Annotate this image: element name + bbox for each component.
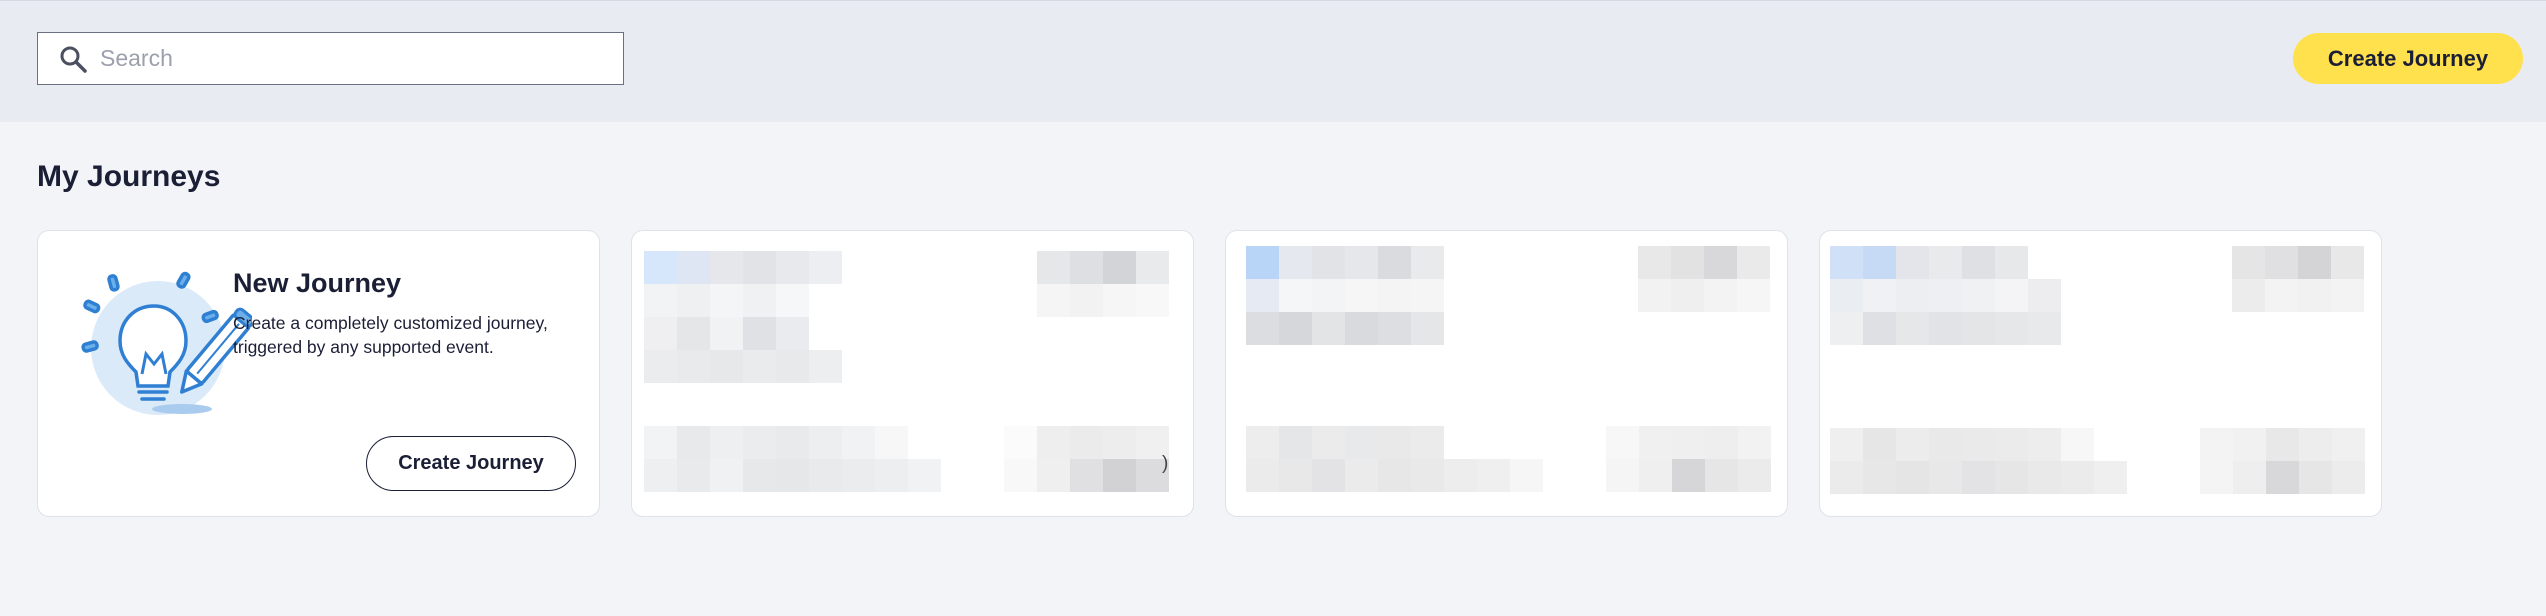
new-journey-title: New Journey (233, 268, 402, 298)
create-journey-button[interactable]: Create Journey (2293, 33, 2523, 84)
journey-card[interactable] (1819, 230, 2382, 517)
top-bar: Create Journey (0, 0, 2546, 122)
journey-card[interactable] (1225, 230, 1788, 517)
new-journey-card[interactable]: New Journey Create a completely customiz… (37, 230, 600, 517)
search-box[interactable] (37, 32, 624, 85)
lightbulb-pencil-icon (81, 271, 252, 415)
page-title: My Journeys (37, 160, 221, 193)
journey-card[interactable]: ) (631, 230, 1194, 517)
search-input[interactable] (100, 45, 580, 72)
create-journey-card-button[interactable]: Create Journey (366, 436, 576, 491)
redacted-stray-text: ) (1162, 453, 1169, 474)
search-icon (60, 46, 87, 73)
new-journey-description: Create a completely customized journey, … (233, 313, 548, 357)
